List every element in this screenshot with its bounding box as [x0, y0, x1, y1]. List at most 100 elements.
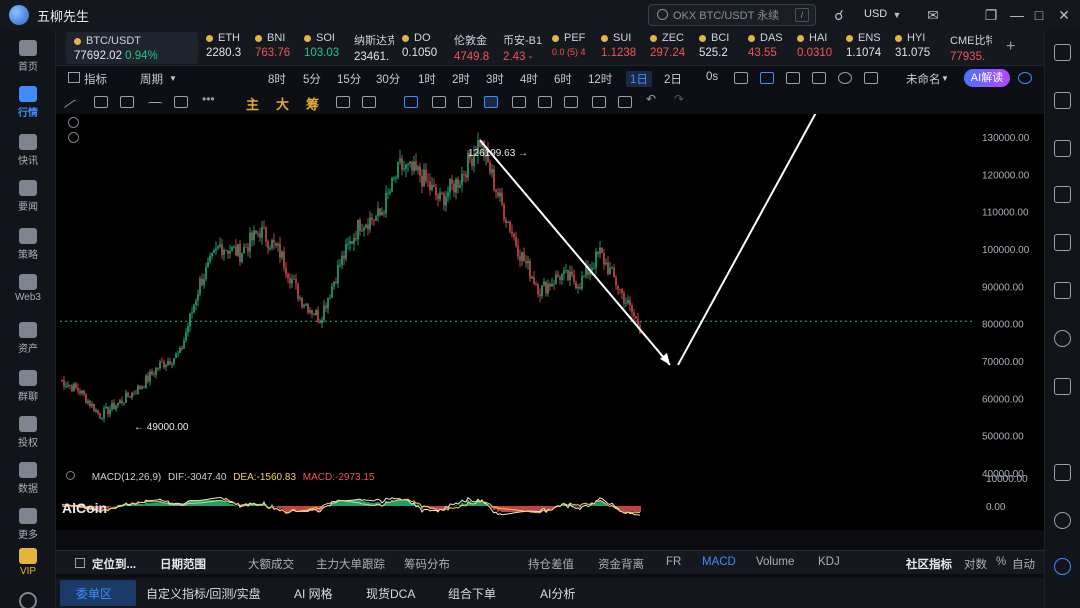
ticker-tab[interactable]: SOI 103.03 [304, 32, 342, 64]
sidebar-item-flash[interactable]: 快讯 [0, 134, 56, 167]
sidebar-item-auth[interactable]: 投权 [0, 416, 56, 449]
percent-toggle[interactable]: % [996, 556, 1006, 568]
sidebar-item-home[interactable]: 首页 [0, 40, 56, 73]
candlestick-chart[interactable]: 10000.000.00 130000.00120000.00110000.00… [56, 114, 1044, 530]
timeframe[interactable]: 2日 [664, 71, 682, 87]
camera-icon[interactable] [734, 72, 748, 84]
magnet-icon[interactable] [336, 96, 350, 108]
tab-fund-divergence[interactable]: 资金背离 [598, 556, 644, 572]
horizontal-line-icon[interactable] [148, 102, 162, 114]
chart-icon[interactable] [1054, 234, 1071, 251]
list-icon[interactable] [1054, 378, 1071, 395]
auto-toggle[interactable]: 自动 [1012, 556, 1035, 572]
comment-icon[interactable] [786, 72, 800, 84]
tab-spot-dca[interactable]: 现货DCA [366, 585, 415, 602]
ticker-tab[interactable]: DAS 43.55 [748, 32, 786, 64]
search-input[interactable]: OKX BTC/USDT 永续 / [648, 4, 816, 26]
ticker-tab-btc[interactable]: BTC/USDT 77692.02 0.94% [66, 32, 198, 64]
bell-icon[interactable]: ☌ [830, 6, 848, 24]
timeframe[interactable]: 2时 [452, 71, 470, 87]
filter-icon[interactable] [592, 96, 606, 108]
maximize-icon[interactable]: □ [1030, 6, 1048, 24]
sidebar-item-strategy[interactable]: 策略 [0, 228, 56, 261]
close-icon[interactable]: ✕ [1055, 6, 1073, 24]
tab-position-diff[interactable]: 持仓差值 [528, 556, 574, 572]
tab-ai-analysis[interactable]: AI分析 [540, 585, 575, 602]
timeframe[interactable]: 8时 [268, 71, 286, 87]
tab-combo-order[interactable]: 组合下单 [448, 585, 496, 602]
ruler-icon[interactable] [362, 96, 376, 108]
sidebar-item-more[interactable]: 更多 [0, 508, 56, 541]
date-range-button[interactable]: 日期范围 [160, 556, 206, 572]
ai-interpret-button[interactable]: AI解读 [964, 69, 1010, 87]
overlay-main[interactable]: 主 [246, 94, 259, 113]
tab-main-orders[interactable]: 主力大单跟踪 [316, 556, 385, 572]
settings-icon[interactable] [838, 72, 852, 84]
cursor-icon[interactable] [404, 96, 418, 108]
timeframe[interactable]: 3时 [486, 71, 504, 87]
hex-icon[interactable] [1054, 330, 1071, 347]
sidebar-item-chat[interactable]: 群聊 [0, 370, 56, 403]
brush-icon[interactable] [458, 96, 472, 108]
timeframe[interactable]: 6时 [554, 71, 572, 87]
sidebar-item-assets[interactable]: 资产 [0, 322, 56, 355]
timeframe[interactable]: 30分 [376, 71, 400, 87]
ticker-tab[interactable]: BCI 525.2 [699, 32, 737, 64]
collapse-icon[interactable] [66, 471, 75, 480]
undo-icon[interactable]: ↶ [646, 92, 660, 106]
minimize-icon[interactable]: — [1008, 6, 1026, 24]
ticker-tab[interactable]: DO 0.1050 [402, 32, 440, 64]
log-scale-toggle[interactable]: 对数 [964, 556, 987, 572]
panel-icon[interactable] [1054, 44, 1071, 61]
ticker-tab[interactable]: HYI 31.075 [895, 32, 933, 64]
rectangle-icon[interactable] [174, 96, 188, 108]
redo-icon[interactable]: ↷ [674, 92, 688, 106]
ticker-tab[interactable]: BNI 763.76 [255, 32, 293, 64]
period-button[interactable]: 周期 [140, 71, 163, 87]
tab-orders[interactable]: 委单区 [76, 585, 112, 602]
support-icon[interactable] [1054, 512, 1071, 529]
avatar[interactable] [19, 592, 37, 608]
more-icon[interactable]: ••• [202, 92, 216, 106]
assistant-icon[interactable] [1054, 558, 1071, 575]
ticker-tab[interactable]: ZEC 297.24 [650, 32, 688, 64]
orders-icon[interactable] [1054, 282, 1071, 299]
ticker-tab[interactable]: 纳斯达克 23461. [354, 32, 394, 64]
ticker-tab[interactable]: 伦敦金 4749.8 [454, 32, 494, 64]
fib-icon[interactable] [120, 96, 134, 108]
timeframe[interactable]: 5分 [303, 71, 321, 87]
ticker-tab[interactable]: PEF 0.0 (5) 4 [552, 32, 590, 64]
locate-button[interactable]: 定位到... [92, 556, 136, 572]
sidebar-item-news[interactable]: 要闻 [0, 180, 56, 213]
ticker-tab[interactable]: 币安-B1 2.43 - [503, 32, 543, 64]
share-icon[interactable] [1018, 72, 1032, 84]
layout-icon[interactable] [812, 72, 826, 84]
pen-icon[interactable] [760, 72, 774, 84]
collapse-icon[interactable] [68, 117, 79, 128]
overlay-chips[interactable]: 筹 [306, 94, 319, 113]
tab-volume[interactable]: Volume [756, 556, 794, 568]
timeframe[interactable]: 15分 [337, 71, 361, 87]
indicator-button[interactable]: 指标 [84, 71, 107, 87]
tab-fr[interactable]: FR [666, 556, 681, 568]
timeframe-active[interactable]: 1日 [626, 71, 652, 87]
edit-icon[interactable] [538, 96, 552, 108]
timeframe[interactable]: 0s [706, 71, 718, 83]
parallel-lines-icon[interactable] [94, 96, 108, 108]
ticker-tab[interactable]: HAI 0.0310 [797, 32, 835, 64]
price-chart[interactable]: 10000.00 0.00 130000.00 120000.00 110000.00… [56, 114, 1044, 530]
sidebar-item-market[interactable]: 行情 [0, 86, 56, 119]
tab-kdj[interactable]: KDJ [818, 556, 840, 568]
mail-icon[interactable]: ✉ [924, 6, 942, 24]
expand-icon[interactable] [68, 132, 79, 143]
timeframe[interactable]: 12时 [588, 71, 612, 87]
sidebar-item-data[interactable]: 数据 [0, 462, 56, 495]
fullscreen-icon[interactable] [864, 72, 878, 84]
sidebar-item-vip[interactable]: VIP [0, 548, 56, 577]
dollar-icon[interactable] [1054, 140, 1071, 157]
timeframe[interactable]: 1时 [418, 71, 436, 87]
timeframe[interactable]: 4时 [520, 71, 538, 87]
sidebar-item-web3[interactable]: Web3 [0, 274, 56, 303]
ticker-tab[interactable]: ETH 2280.3 [206, 32, 244, 64]
ticker-tab[interactable]: ENS 1.1074 [846, 32, 884, 64]
